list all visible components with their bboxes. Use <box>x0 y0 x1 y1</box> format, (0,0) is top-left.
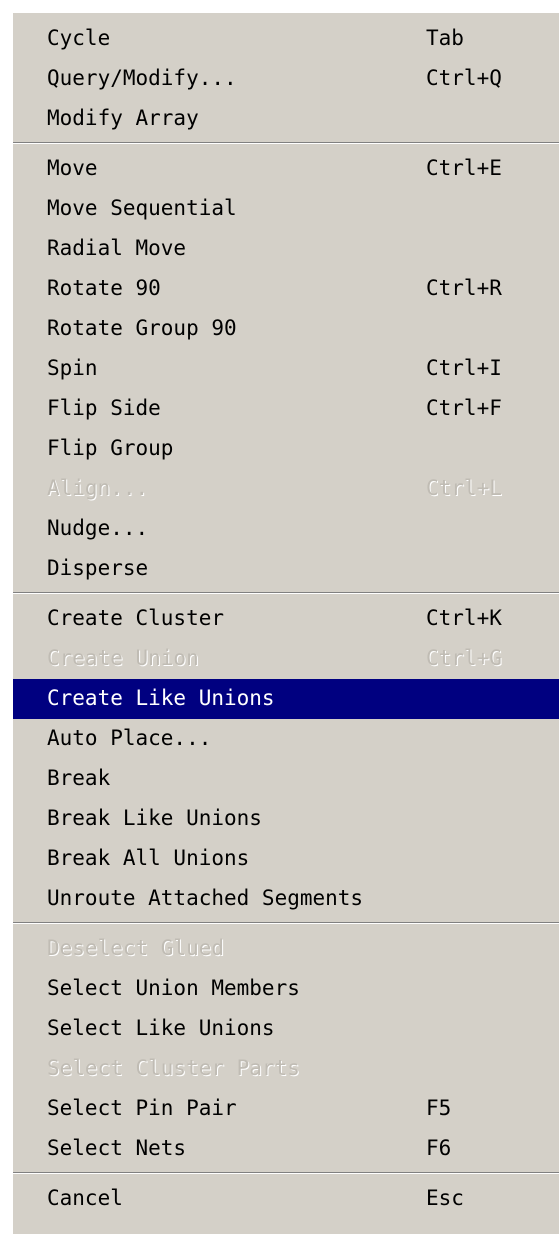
menu-item-label: Rotate 90 <box>47 276 161 300</box>
menu-item-shortcut: Ctrl+G <box>426 646 502 670</box>
menu-item-label: Cycle <box>47 26 111 50</box>
menu-item-select-cluster-parts[interactable]: Select Cluster Parts <box>13 1049 559 1089</box>
menu-item-disperse[interactable]: Disperse <box>13 549 559 589</box>
menu-item-deselect-glued[interactable]: Deselect Glued <box>13 929 559 969</box>
menu-item-shortcut: F5 <box>426 1096 452 1120</box>
menu-item-move[interactable]: Move Ctrl+E <box>13 149 559 189</box>
menu-item-rotate-group-90[interactable]: Rotate Group 90 <box>13 309 559 349</box>
menu-item-cycle[interactable]: Cycle Tab <box>13 19 559 59</box>
menu-item-label: Align... <box>47 476 149 500</box>
menu-item-create-like-unions[interactable]: Create Like Unions <box>13 679 559 719</box>
menu-item-label: Spin <box>47 356 98 380</box>
menu-item-break[interactable]: Break <box>13 759 559 799</box>
menu-item-label: Disperse <box>47 556 149 580</box>
menu-item-label: Unroute Attached Segments <box>47 886 364 910</box>
menu-item-label: Radial Move <box>47 236 187 260</box>
menu-separator <box>13 1169 559 1179</box>
menu-item-shortcut: Ctrl+E <box>426 156 502 180</box>
menu-item-cancel[interactable]: Cancel Esc <box>13 1179 559 1219</box>
menu-separator <box>13 919 559 929</box>
menu-item-shortcut: Ctrl+K <box>426 606 502 630</box>
menu-item-flip-group[interactable]: Flip Group <box>13 429 559 469</box>
menu-item-label: Create Union <box>47 646 199 670</box>
menu-item-label: Select Cluster Parts <box>47 1056 300 1080</box>
menu-item-shortcut: Ctrl+R <box>426 276 502 300</box>
menu-item-select-nets[interactable]: Select Nets F6 <box>13 1129 559 1169</box>
menu-item-break-like-unions[interactable]: Break Like Unions <box>13 799 559 839</box>
menu-item-align[interactable]: Align... Ctrl+L <box>13 469 559 509</box>
menu-item-query-modify[interactable]: Query/Modify... Ctrl+Q <box>13 59 559 99</box>
menu-item-label: Query/Modify... <box>47 66 237 90</box>
menu-item-shortcut: Ctrl+F <box>426 396 502 420</box>
menu-item-label: Flip Group <box>47 436 174 460</box>
menu-item-break-all-unions[interactable]: Break All Unions <box>13 839 559 879</box>
menu-item-create-union[interactable]: Create Union Ctrl+G <box>13 639 559 679</box>
menu-separator <box>13 139 559 149</box>
menu-item-label: Select Like Unions <box>47 1016 275 1040</box>
menu-item-label: Create Cluster <box>47 606 225 630</box>
menu-item-label: Break Like Unions <box>47 806 262 830</box>
menu-item-label: Break <box>47 766 111 790</box>
menu-item-label: Create Like Unions <box>47 686 275 710</box>
menu-item-label: Move Sequential <box>47 196 237 220</box>
menu-item-radial-move[interactable]: Radial Move <box>13 229 559 269</box>
menu-item-modify-array[interactable]: Modify Array <box>13 99 559 139</box>
menu-item-label: Flip Side <box>47 396 161 420</box>
context-menu: Cycle Tab Query/Modify... Ctrl+Q Modify … <box>12 12 559 1234</box>
menu-item-shortcut: Ctrl+Q <box>426 66 502 90</box>
menu-item-label: Move <box>47 156 98 180</box>
menu-item-label: Rotate Group 90 <box>47 316 237 340</box>
menu-item-label: Deselect Glued <box>47 936 225 960</box>
menu-item-select-union-members[interactable]: Select Union Members <box>13 969 559 1009</box>
menu-item-shortcut: F6 <box>426 1136 452 1160</box>
menu-item-spin[interactable]: Spin Ctrl+I <box>13 349 559 389</box>
menu-item-create-cluster[interactable]: Create Cluster Ctrl+K <box>13 599 559 639</box>
menu-item-rotate-90[interactable]: Rotate 90 Ctrl+R <box>13 269 559 309</box>
menu-item-label: Select Union Members <box>47 976 300 1000</box>
menu-item-label: Cancel <box>47 1186 123 1210</box>
menu-item-select-like-unions[interactable]: Select Like Unions <box>13 1009 559 1049</box>
menu-separator <box>13 589 559 599</box>
menu-item-label: Modify Array <box>47 106 199 130</box>
menu-item-move-sequential[interactable]: Move Sequential <box>13 189 559 229</box>
menu-item-auto-place[interactable]: Auto Place... <box>13 719 559 759</box>
menu-item-shortcut: Tab <box>426 26 464 50</box>
menu-item-label: Break All Unions <box>47 846 250 870</box>
menu-item-nudge[interactable]: Nudge... <box>13 509 559 549</box>
menu-item-label: Nudge... <box>47 516 149 540</box>
menu-item-shortcut: Ctrl+L <box>426 476 502 500</box>
menu-item-label: Auto Place... <box>47 726 212 750</box>
menu-item-shortcut: Esc <box>426 1186 464 1210</box>
menu-item-label: Select Pin Pair <box>47 1096 237 1120</box>
menu-item-flip-side[interactable]: Flip Side Ctrl+F <box>13 389 559 429</box>
menu-item-shortcut: Ctrl+I <box>426 356 502 380</box>
menu-item-label: Select Nets <box>47 1136 187 1160</box>
menu-item-select-pin-pair[interactable]: Select Pin Pair F5 <box>13 1089 559 1129</box>
menu-item-unroute-attached-segments[interactable]: Unroute Attached Segments <box>13 879 559 919</box>
